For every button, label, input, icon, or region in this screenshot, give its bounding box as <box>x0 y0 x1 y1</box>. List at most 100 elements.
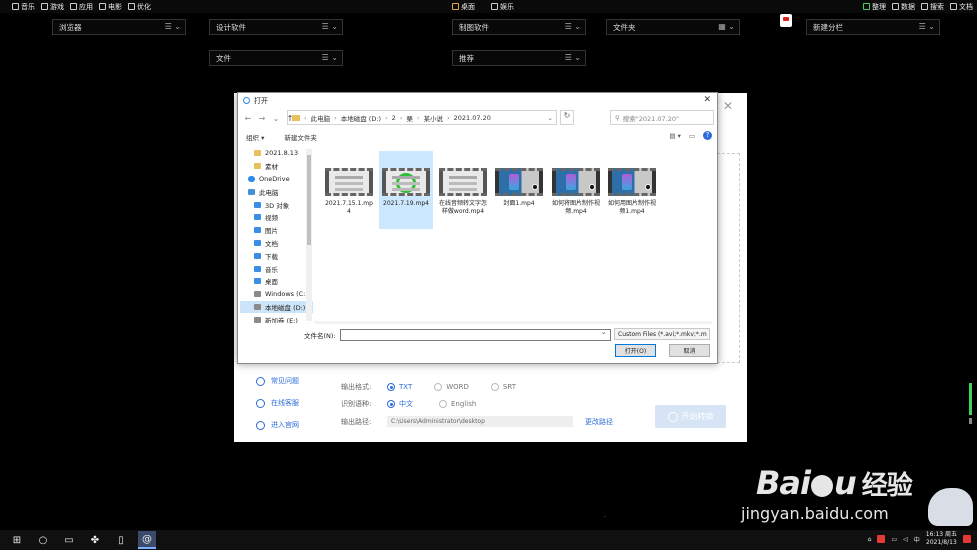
output-path-row: 输出路径: C:\Users\Administrator\desktop 更改路… <box>341 416 613 427</box>
fence-controls[interactable]: ☰ ⌄ <box>565 53 581 62</box>
horizontal-scrollbar[interactable] <box>314 321 712 324</box>
tree-item[interactable]: 3D 对象 <box>240 198 313 211</box>
official-site-link[interactable]: 进入官网 <box>256 420 299 430</box>
organize-menu[interactable]: 组织 ▾ <box>246 132 264 142</box>
mascot-icon[interactable] <box>780 14 792 27</box>
onedrive-icon <box>248 175 255 182</box>
file-type-filter[interactable]: Custom Files (*.avi;*.mkv;*.m <box>614 328 710 340</box>
file-item[interactable]: 如何用图片制作视频1.mp4 <box>605 151 659 229</box>
topbar-organize[interactable]: 整理 <box>863 2 886 12</box>
breadcrumb-item[interactable]: 栗 <box>406 113 413 123</box>
breadcrumb-item[interactable]: 本地磁盘 (D:) <box>341 113 381 123</box>
open-button[interactable]: 打开(O) <box>615 344 656 357</box>
fence-folder[interactable]: 文件夹 ▦ ⌄ <box>606 19 740 35</box>
notification-icon[interactable] <box>963 535 971 543</box>
pinwheel-icon[interactable]: ✤ <box>86 531 104 549</box>
fence-controls[interactable]: ☰ ⌄ <box>565 22 581 31</box>
topbar-entertainment[interactable]: 娱乐 <box>491 2 514 12</box>
topbar-optimize[interactable]: 优化 <box>128 2 151 12</box>
topbar-game[interactable]: 游戏 <box>41 2 64 12</box>
close-icon[interactable]: ✕ <box>723 99 733 113</box>
file-item[interactable]: 在线音频转文字怎样做word.mp4 <box>436 151 490 229</box>
view-mode-icon[interactable]: ▤ ▾ <box>669 132 680 140</box>
search-icon <box>921 3 928 10</box>
tree-item[interactable]: 桌面 <box>240 275 313 288</box>
breadcrumb-item[interactable]: 某小说 <box>424 113 444 123</box>
forward-arrow-icon[interactable]: → <box>257 114 267 123</box>
breadcrumb-item[interactable]: 此电脑 <box>311 113 331 123</box>
fence-controls[interactable]: ☰ ⌄ <box>322 22 338 31</box>
fence-recommend[interactable]: 推荐 ☰ ⌄ <box>452 50 586 66</box>
topbar-desktop[interactable]: 桌面 <box>452 2 475 12</box>
address-bar[interactable]: › 此电脑 › 本地磁盘 (D:) › 2 › 栗 › 某小说 › 2021.07.20 ⌄ <box>287 110 557 125</box>
file-item[interactable]: 封面1.mp4 <box>492 151 546 229</box>
recent-chevron-icon[interactable]: ⌄ <box>271 114 281 123</box>
lang-english-radio[interactable]: English <box>439 400 476 408</box>
topbar-search[interactable]: 搜索 <box>921 2 944 12</box>
clock[interactable]: 16:13 周五 2021/8/13 <box>926 531 957 547</box>
tree-item[interactable]: 视频 <box>240 211 313 224</box>
tree-item[interactable]: 图片 <box>240 224 313 237</box>
network-icon[interactable]: ▭ <box>891 536 897 543</box>
tree-item[interactable]: 此电脑 <box>240 185 313 198</box>
faq-link[interactable]: 常见问题 <box>256 376 299 386</box>
fence-controls[interactable]: ☰ ⌄ <box>322 53 338 62</box>
search-box[interactable]: ⚲ 搜索"2021.07.20" <box>610 110 714 125</box>
tree-item[interactable]: 音乐 <box>240 262 313 275</box>
chevron-down-icon[interactable]: ⌄ <box>548 114 553 122</box>
tree-item[interactable]: 2021.8.13 <box>240 147 313 160</box>
start-convert-button[interactable]: 开始转换 <box>655 405 726 428</box>
topbar-movie[interactable]: 电影 <box>99 2 122 12</box>
file-item[interactable]: 如何将图片制作视频.mp4 <box>549 151 603 229</box>
breadcrumb-item[interactable]: 2 <box>392 114 396 122</box>
topbar-data[interactable]: 数据 <box>892 2 915 12</box>
security-icon[interactable] <box>877 535 886 543</box>
topbar-music[interactable]: 音乐 <box>12 2 35 12</box>
topbar-app[interactable]: 应用 <box>70 2 93 12</box>
fence-drawing[interactable]: 制图软件 ☰ ⌄ <box>452 19 586 35</box>
help-icon[interactable]: ? <box>703 131 712 140</box>
video-icon <box>254 214 261 221</box>
breadcrumb-item[interactable]: 2021.07.20 <box>454 114 491 122</box>
fence-controls[interactable]: ☰ ⌄ <box>919 22 935 31</box>
tree-item[interactable]: 新加卷 (E:) <box>240 313 313 323</box>
close-icon[interactable]: ✕ <box>703 95 711 105</box>
fence-controls[interactable]: ▦ ⌄ <box>718 22 735 31</box>
file-item[interactable]: 2021.7.15.1.mp4 <box>322 151 376 229</box>
converter-app-taskbar-icon[interactable]: @ <box>138 531 156 549</box>
fence-controls[interactable]: ☰ ⌄ <box>165 22 181 31</box>
format-srt-radio[interactable]: SRT <box>490 383 516 391</box>
fence-design[interactable]: 设计软件 ☰ ⌄ <box>209 19 343 35</box>
file-item-selected[interactable]: 2021.7.19.mp4 <box>379 151 433 229</box>
new-folder-button[interactable]: 新建文件夹 <box>284 132 317 142</box>
tree-scrollbar[interactable] <box>306 149 312 321</box>
change-path-link[interactable]: 更改路径 <box>585 417 613 427</box>
filename-input[interactable] <box>339 328 611 341</box>
file-icon[interactable]: ▯ <box>112 531 130 549</box>
back-arrow-icon[interactable]: ← <box>243 114 253 123</box>
tray-icon[interactable]: ⌂ <box>868 536 872 543</box>
output-path-field[interactable]: C:\Users\Administrator\desktop <box>387 416 573 427</box>
ime-icon[interactable]: 中 <box>914 535 920 544</box>
start-windows-icon[interactable]: ⊞ <box>8 531 26 549</box>
tree-item-selected[interactable]: 本地磁盘 (D:) <box>240 300 313 314</box>
tree-item[interactable]: 文档 <box>240 237 313 250</box>
preview-pane-icon[interactable]: ▭ <box>689 132 695 140</box>
refresh-icon[interactable]: ↻ <box>560 110 574 125</box>
fence-new[interactable]: 新建分栏 ☰ ⌄ <box>806 19 940 35</box>
tree-item[interactable]: OneDrive <box>240 173 313 186</box>
cancel-button[interactable]: 取消 <box>669 344 710 357</box>
volume-icon[interactable]: ◁ <box>903 536 908 543</box>
format-word-radio[interactable]: WORD <box>434 383 469 391</box>
lang-chinese-radio[interactable]: 中文 <box>387 399 413 409</box>
cortana-icon[interactable]: ○ <box>34 531 52 549</box>
format-txt-radio[interactable]: TXT <box>387 383 412 391</box>
task-view-icon[interactable]: ▭ <box>60 531 78 549</box>
tree-item[interactable]: 下载 <box>240 249 313 262</box>
tree-item[interactable]: 素材 <box>240 160 313 173</box>
tree-item[interactable]: Windows (C:) <box>240 288 313 301</box>
online-service-link[interactable]: 在线客服 <box>256 398 299 408</box>
fence-file[interactable]: 文件 ☰ ⌄ <box>209 50 343 66</box>
fence-browser[interactable]: 浏览器 ☰ ⌄ <box>52 19 186 35</box>
topbar-doc[interactable]: 文档 <box>950 2 973 12</box>
